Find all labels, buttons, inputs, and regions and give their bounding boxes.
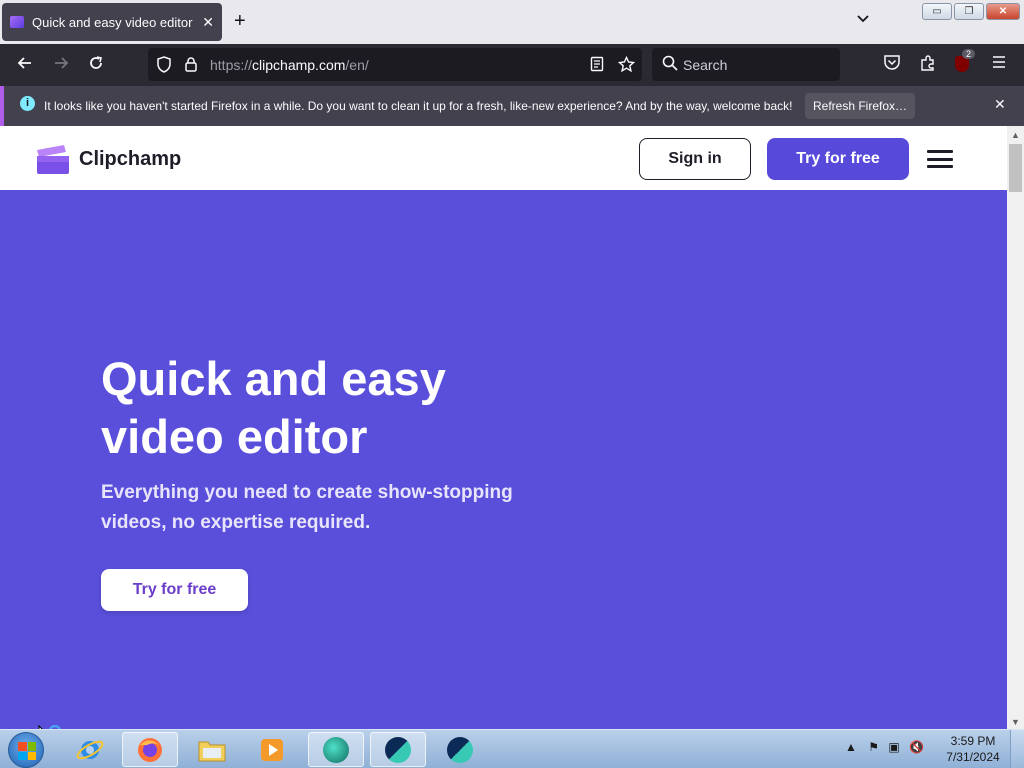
site-header: Clipchamp Sign in Try for free <box>0 126 1007 190</box>
address-bar[interactable]: https://clipchamp.com/en/ <box>148 48 642 81</box>
taskbar-app-teal-1[interactable] <box>308 732 364 767</box>
tab-close-icon[interactable]: ✕ <box>202 14 214 31</box>
teal-app-icon <box>323 736 349 763</box>
clock-date: 7/31/2024 <box>946 750 1000 764</box>
action-center-flag-icon[interactable]: ⚑ <box>868 740 879 754</box>
volume-muted-icon[interactable]: 🔇 <box>909 740 924 754</box>
page-scrollbar[interactable]: ▲ ▼ <box>1007 126 1024 729</box>
new-tab-button[interactable]: + <box>234 10 246 33</box>
tab-title: Quick and easy video editor | Cl <box>32 14 196 30</box>
show-desktop-button[interactable] <box>1010 730 1024 768</box>
extensions-puzzle-icon[interactable] <box>919 54 937 77</box>
taskbar-app-teal-3[interactable] <box>432 732 488 767</box>
hamburger-menu-icon[interactable] <box>991 54 1007 74</box>
clipchamp-logo-icon[interactable] <box>36 144 69 174</box>
internet-explorer-icon <box>76 740 104 759</box>
taskbar-app-teal-2[interactable] <box>370 732 426 767</box>
chevron-down-icon <box>857 15 869 23</box>
reload-icon[interactable] <box>87 54 105 77</box>
clock-time: 3:59 PM <box>950 734 996 748</box>
windows-logo-icon <box>18 742 36 760</box>
system-tray: ▲ ⚑ ▣ 🔇 <box>845 740 924 754</box>
hero-section: Quick and easy video editor Everything y… <box>0 190 1007 729</box>
forward-arrow-icon[interactable] <box>52 54 70 77</box>
sign-in-button[interactable]: Sign in <box>639 138 751 180</box>
teal-navy-app-icon <box>447 736 473 763</box>
windows-taskbar: ▲ ⚑ ▣ 🔇 3:59 PM 7/31/2024 <box>0 729 1024 768</box>
site-menu-icon[interactable] <box>927 150 953 168</box>
refresh-firefox-button[interactable]: Refresh Firefox… <box>805 93 915 119</box>
scroll-down-arrow-icon[interactable]: ▼ <box>1011 717 1020 727</box>
hero-subtitle: Everything you need to create show-stopp… <box>101 482 513 533</box>
start-button[interactable] <box>8 732 44 768</box>
taskbar-internet-explorer[interactable] <box>62 732 118 767</box>
window-controls: ▭ ❐ ✕ <box>922 3 1020 20</box>
tab-strip: Quick and easy video editor | Cl ✕ + ▭ ❐… <box>0 0 1024 44</box>
navigation-toolbar: https://clipchamp.com/en/ Search 2 <box>0 44 1024 86</box>
back-arrow-icon[interactable] <box>16 54 34 77</box>
taskbar-file-explorer[interactable] <box>184 732 240 767</box>
window-close-button[interactable]: ✕ <box>986 3 1020 20</box>
extension-badge: 2 <box>962 49 976 59</box>
teal-navy-app-icon <box>385 736 411 763</box>
list-all-tabs-button[interactable] <box>856 12 870 27</box>
clipchamp-favicon-icon <box>10 16 24 28</box>
network-icon[interactable]: ▣ <box>888 740 899 754</box>
search-placeholder: Search <box>683 57 728 73</box>
restore-button[interactable]: ❐ <box>954 3 984 20</box>
minimize-button[interactable]: ▭ <box>922 3 952 20</box>
hero-title: Quick and easy video editor <box>101 352 446 463</box>
show-hidden-icons-icon[interactable]: ▲ <box>845 740 857 754</box>
taskbar-media-player[interactable] <box>244 732 300 767</box>
page-viewport: Clipchamp Sign in Try for free Quick and… <box>0 126 1024 729</box>
folder-icon <box>198 741 226 761</box>
taskbar-clock[interactable]: 3:59 PM 7/31/2024 <box>940 733 1006 765</box>
lock-icon[interactable] <box>184 56 198 76</box>
try-for-free-header-button[interactable]: Try for free <box>767 138 909 180</box>
search-bar[interactable]: Search <box>652 48 840 81</box>
search-icon <box>662 55 678 75</box>
pocket-icon[interactable] <box>883 54 901 76</box>
logo-text[interactable]: Clipchamp <box>79 148 181 171</box>
scrollbar-thumb[interactable] <box>1009 144 1022 192</box>
notification-message: It looks like you haven't started Firefo… <box>44 99 793 113</box>
reader-view-icon[interactable] <box>590 56 604 75</box>
taskbar-firefox[interactable] <box>122 732 178 767</box>
tracking-shield-icon[interactable] <box>156 56 172 76</box>
firefox-icon <box>138 737 162 762</box>
firefox-refresh-notification: i It looks like you haven't started Fire… <box>0 86 1024 126</box>
try-for-free-hero-button[interactable]: Try for free <box>101 569 248 611</box>
bookmark-star-icon[interactable] <box>617 55 636 76</box>
info-icon: i <box>20 96 35 111</box>
scroll-up-arrow-icon[interactable]: ▲ <box>1011 130 1020 140</box>
media-player-icon <box>261 738 283 761</box>
notification-close-icon[interactable]: ✕ <box>994 96 1006 113</box>
url-text: https://clipchamp.com/en/ <box>210 57 369 73</box>
tab-clipchamp[interactable]: Quick and easy video editor | Cl ✕ <box>2 3 222 41</box>
